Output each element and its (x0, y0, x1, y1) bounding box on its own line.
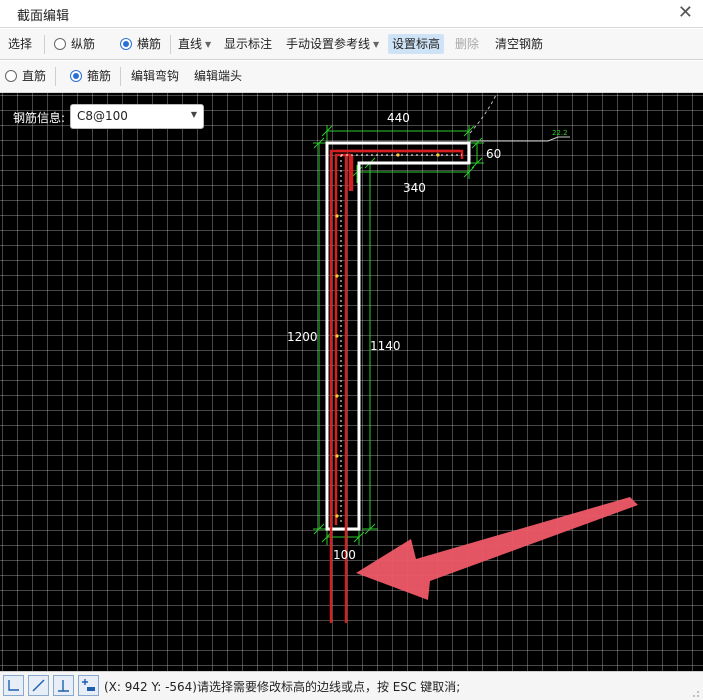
window-title: 截面编辑 (17, 9, 70, 24)
longitudinal-label: 纵筋 (71, 37, 96, 51)
add-point-icon (82, 679, 95, 691)
toolbar-separator (55, 67, 56, 86)
dim-inner-top: 340 (403, 181, 426, 195)
section-drawing[interactable]: 22.2 440 60 340 1200 1140 100 (0, 93, 703, 671)
chevron-down-icon: ▼ (205, 40, 212, 49)
transverse-radio[interactable]: 横筋 (116, 34, 165, 54)
line-corner-icon (8, 680, 19, 691)
straight-rebar-radio[interactable]: 直筋 (1, 66, 50, 86)
radio-selected-icon (120, 38, 132, 50)
marker-label: 22.2 (552, 129, 568, 137)
rebar-info-label: 钢筋信息: (13, 111, 66, 125)
reference-arc (469, 94, 497, 134)
marker-line (470, 136, 570, 142)
add-point-button[interactable] (78, 675, 99, 696)
straight-rebar-label: 直筋 (22, 69, 47, 83)
sub-toolbar: 直筋 箍筋 编辑弯钩 编辑端头 (0, 61, 703, 93)
stirrup-label: 箍筋 (87, 69, 112, 83)
rebar-info-value: C8@100 (77, 109, 128, 123)
status-message: (X: 942 Y: -564)请选择需要修改标高的边线或点，按 ESC 键取消… (104, 680, 461, 694)
section-outline (325, 141, 471, 531)
perpendicular-icon (58, 680, 69, 692)
longitudinal-radio[interactable]: 纵筋 (50, 34, 99, 54)
resize-grip-icon[interactable] (692, 690, 700, 698)
perpendicular-button[interactable] (53, 675, 74, 696)
line-corner-button[interactable] (3, 675, 24, 696)
set-elevation-button[interactable]: 设置标高 (388, 34, 445, 54)
radio-icon (5, 70, 17, 82)
manual-reference-line-dropdown[interactable]: 手动设置参考线 ▼ (282, 34, 383, 54)
straight-line-label: 直线 (178, 37, 203, 51)
chevron-down-icon: ▼ (373, 40, 380, 49)
rebar-points (335, 153, 440, 518)
title-bar: 截面编辑 ✕ (0, 0, 703, 28)
close-icon[interactable]: ✕ (678, 2, 693, 24)
toolbar-separator (44, 35, 45, 54)
drawing-canvas[interactable]: 22.2 440 60 340 1200 1140 100 钢筋信息: C8@1… (0, 93, 703, 671)
delete-button[interactable]: 删除 (451, 34, 483, 54)
dimension-lines (313, 125, 484, 545)
toolbar-separator (170, 35, 171, 54)
clear-rebar-button[interactable]: 清空钢筋 (491, 34, 547, 54)
transverse-label: 横筋 (137, 37, 162, 51)
diagonal-line-button[interactable] (28, 675, 49, 696)
dim-left: 1200 (287, 330, 318, 344)
dim-bottom: 100 (333, 548, 356, 562)
diagonal-line-icon (32, 679, 45, 692)
select-button[interactable]: 选择 (4, 34, 36, 54)
main-toolbar: 选择 纵筋 横筋 直线 ▼ 显示标注 手动设置参考线 ▼ 设置标高 删除 清空钢筋 (0, 29, 703, 60)
edit-hook-button[interactable]: 编辑弯钩 (127, 66, 183, 86)
annotation-arrow (356, 497, 638, 600)
show-annotation-button[interactable]: 显示标注 (220, 34, 276, 54)
manual-reference-line-label: 手动设置参考线 (286, 37, 371, 51)
radio-selected-icon (70, 70, 82, 82)
dim-top: 440 (387, 111, 410, 125)
edit-end-button[interactable]: 编辑端头 (190, 66, 246, 86)
dim-right: 60 (486, 147, 501, 161)
chevron-down-icon: ▼ (190, 110, 197, 119)
toolbar-separator (120, 67, 121, 86)
straight-line-dropdown[interactable]: 直线 ▼ (174, 34, 215, 54)
rebar-info-select[interactable]: C8@100 ▼ (70, 104, 204, 129)
stirrup-radio[interactable]: 箍筋 (66, 66, 115, 86)
radio-icon (54, 38, 66, 50)
status-bar: (X: 942 Y: -564)请选择需要修改标高的边线或点，按 ESC 键取消… (0, 671, 703, 700)
dim-inner-left: 1140 (370, 339, 401, 353)
